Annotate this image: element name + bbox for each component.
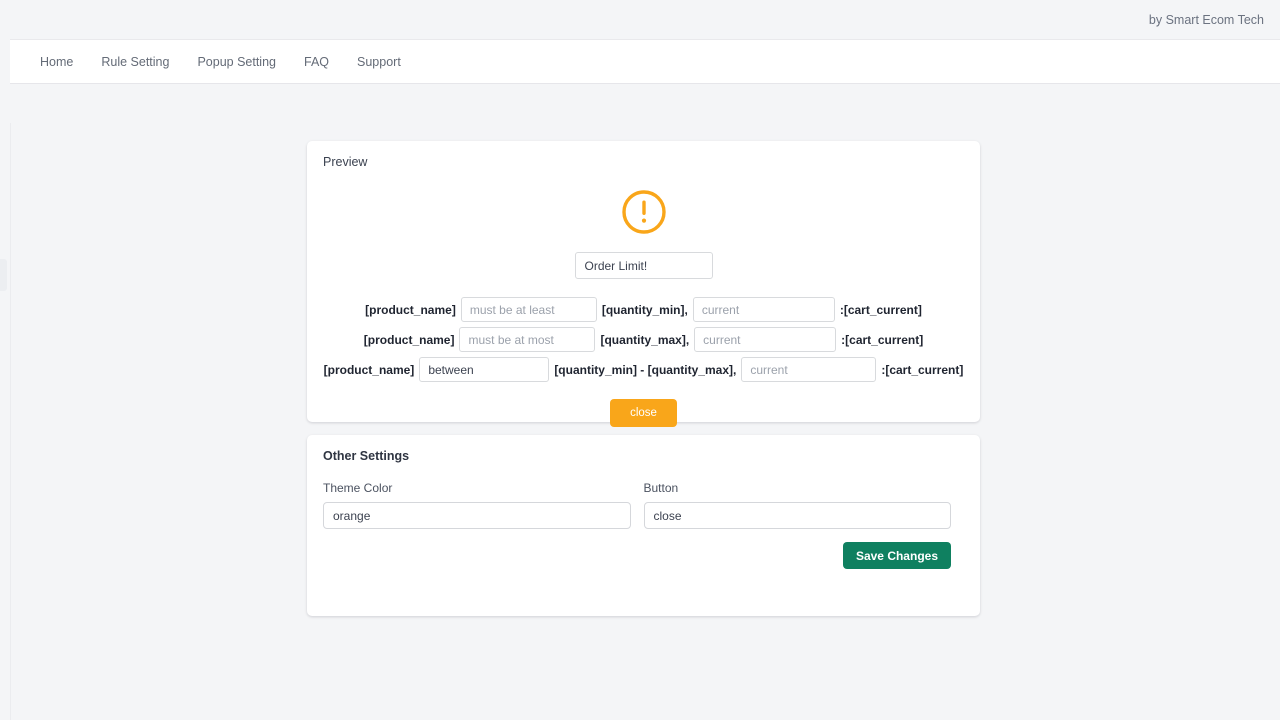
other-settings-card: Other Settings Theme Color Button Save C… — [307, 435, 980, 616]
rule-prefix-token: [product_name] — [364, 333, 455, 347]
button-text-input[interactable] — [644, 502, 952, 529]
rule-condition-input[interactable] — [459, 327, 595, 352]
other-settings-title: Other Settings — [307, 435, 980, 463]
rule-middle-token: [quantity_max], — [600, 333, 689, 347]
button-text-label: Button — [644, 481, 952, 495]
table-row: [product_name] [quantity_max], :[cart_cu… — [307, 325, 980, 354]
left-divider — [10, 123, 11, 720]
drawer-handle[interactable] — [0, 259, 7, 291]
nav-item-popup-setting[interactable]: Popup Setting — [197, 55, 276, 69]
rule-middle-token: [quantity_min], — [602, 303, 688, 317]
popup-title-input[interactable] — [575, 252, 713, 279]
close-button[interactable]: close — [610, 399, 677, 427]
rule-middle-token: [quantity_min] - [quantity_max], — [554, 363, 736, 377]
theme-color-input[interactable] — [323, 502, 631, 529]
nav-item-support[interactable]: Support — [357, 55, 401, 69]
save-changes-button[interactable]: Save Changes — [843, 542, 951, 569]
rule-condition-input[interactable] — [461, 297, 597, 322]
preview-popup-body: [product_name] [quantity_min], :[cart_cu… — [307, 169, 980, 427]
main-navigation: Home Rule Setting Popup Setting FAQ Supp… — [10, 39, 1280, 84]
table-row: [product_name] [quantity_min] - [quantit… — [307, 355, 980, 384]
table-row: [product_name] [quantity_min], :[cart_cu… — [307, 295, 980, 324]
rule-prefix-token: [product_name] — [365, 303, 456, 317]
rule-condition-input[interactable] — [419, 357, 549, 382]
theme-color-label: Theme Color — [323, 481, 631, 495]
preview-card-title: Preview — [307, 141, 980, 169]
rule-suffix-token: :[cart_current] — [881, 363, 963, 377]
rule-current-input[interactable] — [694, 327, 836, 352]
preview-card: Preview [product_name] [quantity_min], — [307, 141, 980, 422]
page-content: Preview [product_name] [quantity_min], — [0, 84, 1280, 720]
rule-suffix-token: :[cart_current] — [840, 303, 922, 317]
rule-current-input[interactable] — [693, 297, 835, 322]
nav-item-faq[interactable]: FAQ — [304, 55, 329, 69]
button-text-field: Button — [644, 481, 952, 529]
brand-bar: by Smart Ecom Tech — [0, 0, 1280, 39]
settings-fields: Theme Color Button — [307, 463, 980, 529]
save-row: Save Changes — [307, 529, 980, 569]
rule-current-input[interactable] — [741, 357, 876, 382]
brand-text: by Smart Ecom Tech — [1149, 13, 1264, 27]
nav-item-rule-setting[interactable]: Rule Setting — [101, 55, 169, 69]
rule-suffix-token: :[cart_current] — [841, 333, 923, 347]
nav-item-home[interactable]: Home — [40, 55, 73, 69]
rule-prefix-token: [product_name] — [324, 363, 415, 377]
rule-row-list: [product_name] [quantity_min], :[cart_cu… — [307, 295, 980, 385]
theme-color-field: Theme Color — [323, 481, 631, 529]
warning-exclamation-circle-icon — [621, 189, 667, 235]
